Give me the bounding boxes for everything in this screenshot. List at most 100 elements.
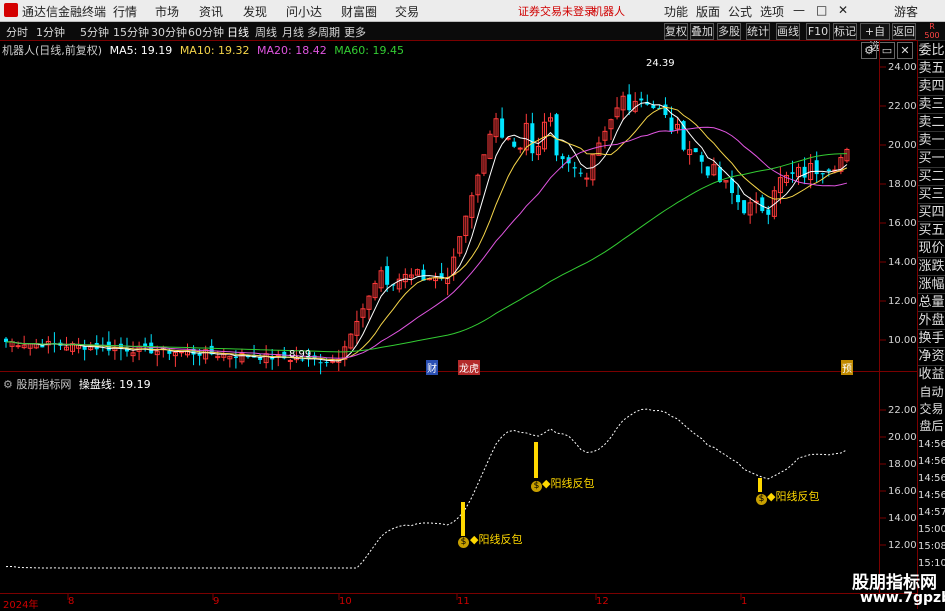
x-tick: 11 bbox=[457, 596, 470, 607]
side-label[interactable]: 买四 bbox=[918, 204, 945, 222]
price-tick: 10.00 bbox=[888, 335, 917, 346]
sub-legend: ⚙ 股朋指标网 操盘线: 19.19 bbox=[3, 376, 151, 392]
side-label[interactable]: 涨幅 bbox=[918, 276, 945, 294]
tick-label[interactable]: 盘后 bbox=[918, 419, 945, 433]
side-label[interactable]: 现价 bbox=[918, 240, 945, 258]
candle-body bbox=[790, 172, 795, 174]
side-label[interactable]: 买一 bbox=[918, 150, 945, 168]
candle-body bbox=[560, 156, 565, 160]
sub-tick: 18.00 bbox=[888, 459, 917, 470]
sub-tick: 14.00 bbox=[888, 513, 917, 524]
candle-body bbox=[578, 172, 583, 174]
indicator-name: 股朋指标网 bbox=[16, 378, 72, 391]
candle-body bbox=[530, 123, 535, 154]
sub-settings-icon[interactable]: ⚙ bbox=[3, 378, 13, 391]
candle-body bbox=[639, 98, 644, 101]
candle-body bbox=[627, 94, 632, 111]
candle-body bbox=[554, 114, 559, 156]
indicator-line-label: 操盘线: bbox=[78, 378, 116, 391]
side-label[interactable]: 卖二 bbox=[918, 114, 945, 132]
side-label[interactable]: 卖四 bbox=[918, 78, 945, 96]
indicator-subchart bbox=[5, 408, 848, 569]
side-label[interactable]: 买二 bbox=[918, 168, 945, 186]
signal-label: ◆阳线反包 bbox=[767, 490, 820, 503]
candle-body bbox=[318, 362, 323, 364]
candle-body bbox=[584, 177, 590, 180]
signal-coin-icon: $ bbox=[458, 537, 469, 548]
candle-body bbox=[736, 194, 741, 203]
tick-time: 15:00 bbox=[918, 524, 945, 535]
signal-label: ◆阳线反包 bbox=[542, 477, 595, 490]
signal-bar bbox=[534, 442, 538, 478]
indicator-line-value: 19.19 bbox=[119, 378, 151, 391]
side-label[interactable]: 委比 bbox=[918, 42, 945, 60]
side-label[interactable]: 换手 bbox=[918, 330, 945, 348]
candle-body bbox=[197, 353, 202, 356]
tick-time: 14:56 bbox=[918, 473, 945, 484]
x-tick: 8 bbox=[68, 596, 75, 607]
forecast-tag[interactable]: 预 bbox=[841, 360, 853, 375]
price-tick: 18.00 bbox=[888, 179, 917, 190]
candle-body bbox=[693, 148, 698, 153]
candle-body bbox=[517, 147, 523, 150]
side-label[interactable]: 净资 bbox=[918, 348, 945, 366]
sub-tick: 22.00 bbox=[888, 405, 917, 416]
tick-time: 14:56 bbox=[918, 439, 945, 450]
candle-body bbox=[802, 166, 807, 178]
price-tick: 20.00 bbox=[888, 140, 917, 151]
candle-body bbox=[233, 356, 238, 358]
candle-body bbox=[500, 118, 505, 138]
chart-grid bbox=[0, 40, 918, 609]
sub-tick: 12.00 bbox=[888, 540, 917, 551]
candle-body bbox=[15, 345, 21, 348]
price-tick: 16.00 bbox=[888, 218, 917, 229]
side-label[interactable]: 卖五 bbox=[918, 60, 945, 78]
signal-coin-icon: $ bbox=[531, 481, 542, 492]
watermark-url: www.7gpzb.com bbox=[860, 590, 945, 606]
price-tick: 12.00 bbox=[888, 296, 917, 307]
candle-body bbox=[820, 173, 825, 175]
candle-body bbox=[814, 160, 819, 175]
candle-body bbox=[287, 360, 293, 363]
finance-tag[interactable]: 财 bbox=[426, 360, 438, 375]
price-tick: 24.00 bbox=[888, 62, 917, 73]
side-label[interactable]: 卖三 bbox=[918, 96, 945, 114]
side-label[interactable]: 买三 bbox=[918, 186, 945, 204]
dragon-tiger-tag[interactable]: 龙虎 bbox=[458, 360, 480, 375]
tick-label[interactable]: 自动 bbox=[918, 385, 945, 399]
tick-label[interactable]: 交易 bbox=[918, 402, 945, 416]
side-label[interactable]: 涨跌 bbox=[918, 258, 945, 276]
ma-line bbox=[5, 153, 847, 353]
candle-body bbox=[651, 105, 656, 109]
candle-body bbox=[324, 361, 329, 363]
candle-body bbox=[760, 197, 765, 212]
signal-bar bbox=[758, 478, 762, 492]
candle-body bbox=[699, 155, 704, 162]
kline-chart[interactable] bbox=[0, 0, 945, 609]
side-label[interactable]: 卖一 bbox=[918, 132, 945, 150]
candle-body bbox=[572, 167, 577, 169]
price-tick: 14.00 bbox=[888, 257, 917, 268]
x-tick: 9 bbox=[213, 596, 220, 607]
x-tick: 1 bbox=[741, 596, 748, 607]
side-label[interactable]: 收益 bbox=[918, 366, 945, 383]
candle-body bbox=[663, 104, 668, 116]
candle-body bbox=[669, 117, 674, 132]
tick-side-panel: 自动 交易 盘后 14:56 14:56 14:56 14:56 14:57 1… bbox=[918, 385, 945, 585]
ma-line bbox=[5, 106, 848, 361]
candle-body bbox=[512, 141, 517, 147]
ma-line bbox=[5, 126, 848, 359]
sub-tick: 16.00 bbox=[888, 486, 917, 497]
side-label[interactable]: 总量 bbox=[918, 294, 945, 312]
sub-tick: 20.00 bbox=[888, 432, 917, 443]
signal-coin-icon: $ bbox=[756, 494, 767, 505]
ma-line bbox=[5, 102, 848, 362]
tick-time: 15:08 bbox=[918, 541, 945, 552]
x-tick: 12 bbox=[596, 596, 609, 607]
x-tick: 10 bbox=[339, 596, 352, 607]
candle-body bbox=[742, 200, 747, 214]
side-label[interactable]: 买五 bbox=[918, 222, 945, 240]
moving-average-lines bbox=[5, 102, 848, 362]
candle-body bbox=[385, 266, 390, 285]
side-label[interactable]: 外盘 bbox=[918, 312, 945, 330]
